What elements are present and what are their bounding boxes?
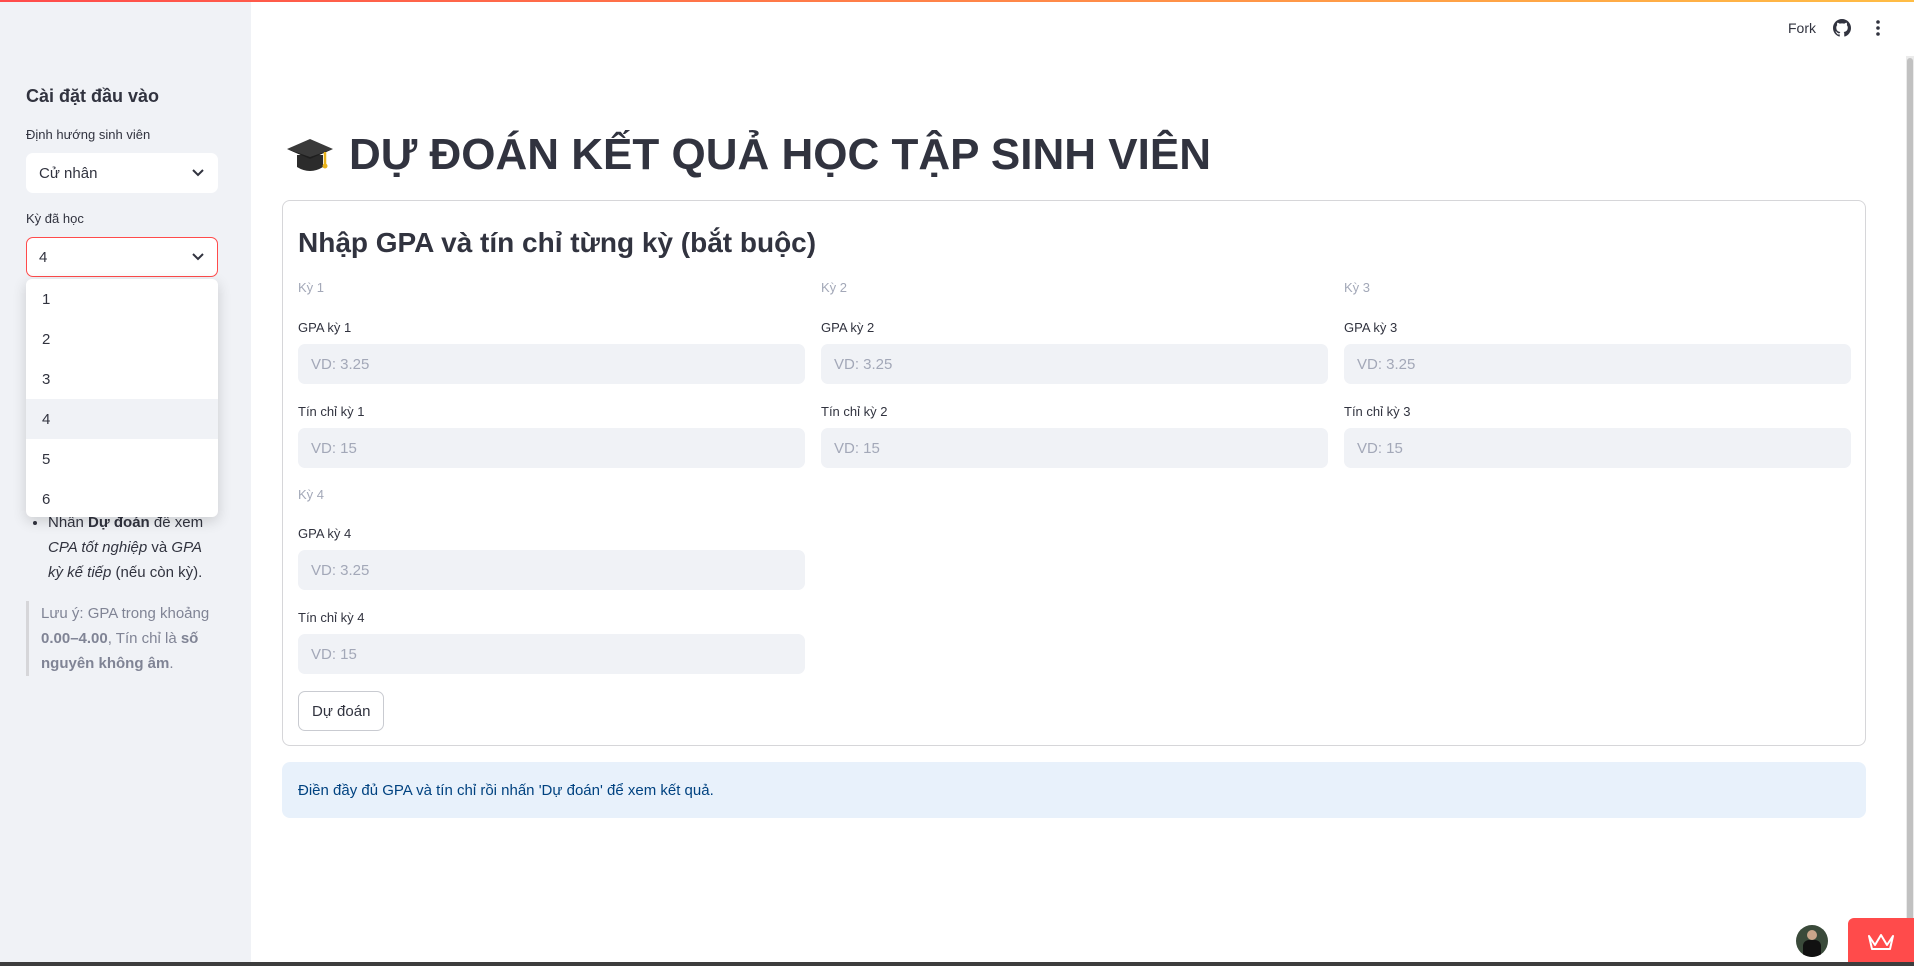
credit-input-4[interactable]: VD: 15: [298, 634, 805, 674]
instruction-item1: CPA tốt nghiệp: [48, 539, 148, 556]
dropdown-option[interactable]: 2: [26, 319, 218, 359]
instruction-suffix: (nếu còn kỳ).: [111, 564, 203, 581]
semesters-dropdown: 1 2 3 4 5 6: [26, 279, 218, 517]
instruction-item: Nhấn Dự đoán để xem CPA tốt nghiệp và GP…: [48, 510, 218, 585]
page-title-text: DỰ ĐOÁN KẾT QUẢ HỌC TẬP SINH VIÊN: [349, 130, 1211, 179]
dropdown-option[interactable]: 6: [26, 479, 218, 519]
semesters-select[interactable]: 4: [26, 237, 218, 277]
instruction-and: và: [147, 539, 172, 556]
gpa-label: GPA kỳ 2: [821, 320, 875, 335]
more-vertical-icon[interactable]: [1868, 18, 1888, 38]
gpa-label: GPA kỳ 3: [1344, 320, 1398, 335]
note-suffix: .: [169, 655, 174, 672]
gpa-input-1[interactable]: VD: 3.25: [298, 344, 805, 384]
sidebar: Cài đặt đầu vào Định hướng sinh viên Cử …: [0, 0, 251, 966]
chevron-down-icon: [191, 250, 205, 264]
semester-caption: Kỳ 2: [821, 280, 848, 295]
sidebar-instructions: Nhấn Dự đoán để xem CPA tốt nghiệp và GP…: [26, 510, 218, 585]
scrollbar[interactable]: [1906, 56, 1914, 966]
sidebar-note: Lưu ý: GPA trong khoảng 0.00–4.00, Tín c…: [26, 601, 218, 676]
fork-link[interactable]: Fork: [1788, 20, 1816, 36]
orientation-select-value: Cử nhân: [39, 164, 98, 182]
form-title: Nhập GPA và tín chỉ từng kỳ (bắt buộc): [298, 227, 817, 258]
credit-input-1[interactable]: VD: 15: [298, 428, 805, 468]
dropdown-option[interactable]: 1: [26, 279, 218, 319]
credit-label: Tín chỉ kỳ 1: [298, 404, 365, 419]
sidebar-title: Cài đặt đầu vào: [26, 86, 160, 106]
app-header: Fork: [1788, 0, 1914, 56]
dropdown-option-selected[interactable]: 4: [26, 399, 218, 439]
note-range: 0.00–4.00: [41, 630, 108, 647]
semester-caption: Kỳ 3: [1344, 280, 1371, 295]
semester-caption: Kỳ 4: [298, 487, 325, 502]
chevron-down-icon: [191, 166, 205, 180]
graduation-cap-icon: [285, 133, 335, 177]
info-alert: Điền đầy đủ GPA và tín chỉ rồi nhấn 'Dự …: [282, 762, 1866, 818]
note-middle: , Tín chỉ là: [107, 630, 181, 647]
gpa-label: GPA kỳ 1: [298, 320, 352, 335]
dropdown-option[interactable]: 3: [26, 359, 218, 399]
semester-caption: Kỳ 1: [298, 280, 325, 295]
orientation-label: Định hướng sinh viên: [26, 127, 151, 142]
gpa-input-2[interactable]: VD: 3.25: [821, 344, 1328, 384]
page-title: DỰ ĐOÁN KẾT QUẢ HỌC TẬP SINH VIÊN: [285, 130, 1211, 180]
credit-label: Tín chỉ kỳ 4: [298, 610, 365, 625]
github-icon[interactable]: [1832, 18, 1852, 38]
top-decoration-bar: [0, 0, 1914, 2]
dropdown-option[interactable]: 5: [26, 439, 218, 479]
scrollbar-thumb[interactable]: [1907, 58, 1913, 962]
note-prefix: Lưu ý: GPA trong khoảng: [41, 605, 210, 622]
avatar[interactable]: [1796, 925, 1828, 957]
streamlit-crown-icon[interactable]: [1848, 918, 1914, 966]
credit-label: Tín chỉ kỳ 3: [1344, 404, 1411, 419]
bottom-divider: [0, 962, 1914, 966]
gpa-input-3[interactable]: VD: 3.25: [1344, 344, 1851, 384]
gpa-label: GPA kỳ 4: [298, 526, 352, 541]
semesters-select-value: 4: [39, 248, 48, 266]
credit-label: Tín chỉ kỳ 2: [821, 404, 888, 419]
predict-button[interactable]: Dự đoán: [298, 691, 385, 731]
orientation-select[interactable]: Cử nhân: [26, 153, 218, 193]
credit-input-2[interactable]: VD: 15: [821, 428, 1328, 468]
credit-input-3[interactable]: VD: 15: [1344, 428, 1851, 468]
semesters-label: Kỳ đã học: [26, 211, 84, 226]
gpa-form: Nhập GPA và tín chỉ từng kỳ (bắt buộc) K…: [282, 200, 1866, 746]
gpa-input-4[interactable]: VD: 3.25: [298, 550, 805, 590]
